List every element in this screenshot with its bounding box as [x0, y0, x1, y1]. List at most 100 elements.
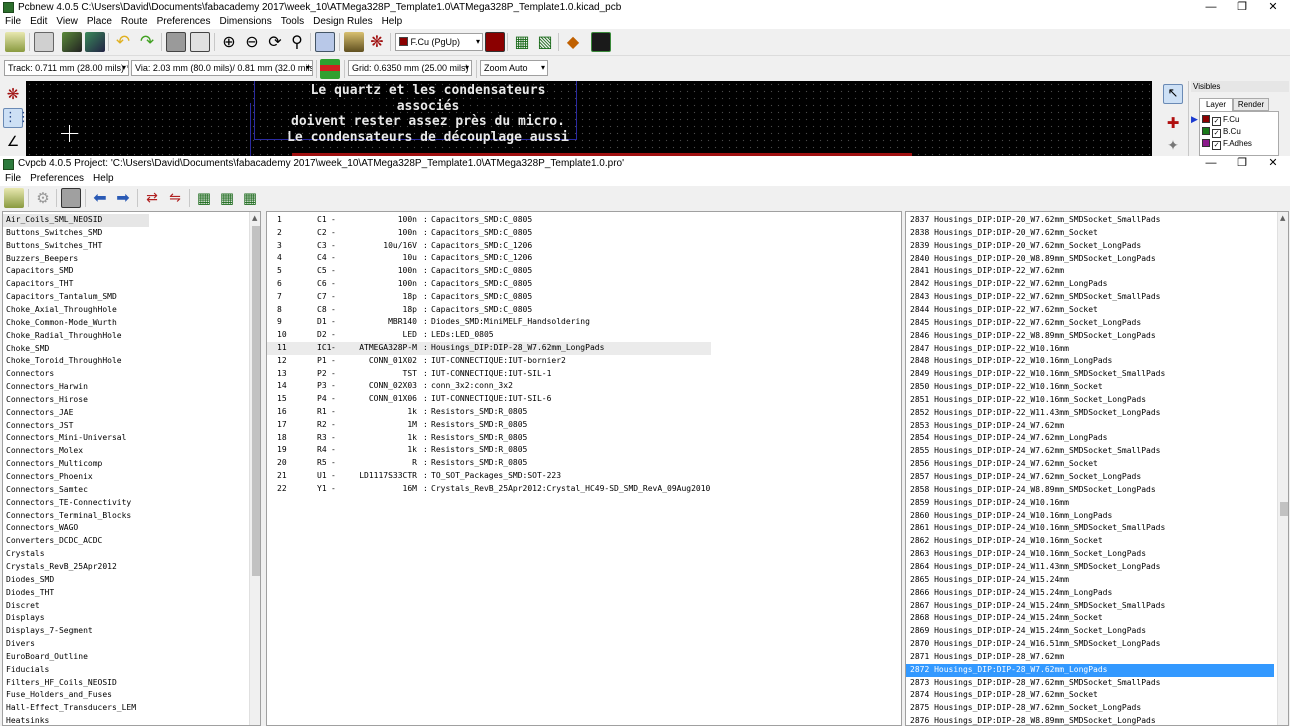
- footprint-item[interactable]: 2841 Housings_DIP:DIP-22_W7.62mm: [906, 265, 1274, 278]
- library-item[interactable]: Buttons_Switches_THT: [3, 240, 149, 253]
- auto-track-width-icon[interactable]: [320, 59, 340, 79]
- maximize-icon[interactable]: ❐: [1227, 0, 1257, 15]
- library-scroll-thumb[interactable]: [252, 226, 260, 576]
- library-item[interactable]: Connectors_Multicomp: [3, 458, 149, 471]
- redraw-icon[interactable]: ⟳: [265, 32, 285, 52]
- library-item[interactable]: Capacitors_SMD: [3, 265, 149, 278]
- filter-keywords-icon[interactable]: ▦: [194, 188, 214, 208]
- footprint-item[interactable]: 2872 Housings_DIP:DIP-28_W7.62mm_LongPad…: [906, 663, 1274, 677]
- library-item[interactable]: Choke_Axial_ThroughHole: [3, 304, 149, 317]
- library-item[interactable]: Fiducials: [3, 664, 149, 677]
- layer-pair-icon[interactable]: [485, 32, 505, 52]
- component-row[interactable]: 3 C3-10u/16V: Capacitors_SMD:C_1206: [267, 240, 711, 253]
- component-row[interactable]: 22 Y1-16M: Crystals_RevB_25Apr2012:Crystal…: [267, 483, 711, 496]
- via-size-select[interactable]: Via: 2.03 mm (80.0 mils)/ 0.81 mm (32.0 …: [131, 60, 313, 76]
- library-item[interactable]: Connectors_Molex: [3, 445, 149, 458]
- library-list[interactable]: Air_Coils_SML_NEOSID Buttons_Switches_SMD…: [2, 211, 261, 726]
- highlight-net-icon[interactable]: ✚: [1163, 113, 1183, 133]
- footprint-item[interactable]: 2861 Housings_DIP:DIP-24_W10.16mm_SMDSoc…: [906, 522, 1274, 535]
- footprint-scroll-thumb[interactable]: [1280, 502, 1288, 516]
- library-item[interactable]: Diodes_THT: [3, 587, 149, 600]
- footprint-item[interactable]: 2864 Housings_DIP:DIP-24_W11.43mm_SMDSoc…: [906, 561, 1274, 574]
- open-board-icon[interactable]: [5, 32, 25, 52]
- scroll-up-icon[interactable]: ▲: [252, 214, 257, 222]
- footprint-scrollbar[interactable]: ▲: [1277, 212, 1288, 725]
- menu-place[interactable]: Place: [82, 15, 116, 29]
- footprint-item[interactable]: 2844 Housings_DIP:DIP-22_W7.62mm_Socket: [906, 304, 1274, 317]
- grid-toggle-icon[interactable]: ⋮⋮: [3, 108, 30, 128]
- menu-view[interactable]: View: [51, 15, 82, 29]
- library-item[interactable]: Connectors_JAE: [3, 407, 149, 420]
- polar-coords-icon[interactable]: ∠: [3, 132, 23, 152]
- component-row[interactable]: 16 R1-1k: Resistors_SMD:R_0805: [267, 406, 711, 419]
- library-item[interactable]: Displays_7-Segment: [3, 625, 149, 638]
- find-icon[interactable]: [315, 32, 335, 52]
- drc-bug-icon[interactable]: ❋: [367, 32, 387, 52]
- menu-help[interactable]: Help: [377, 15, 407, 29]
- component-row[interactable]: 21 U1- LD1117S33CTR: TO_SOT_Packages_SMD:SO…: [267, 470, 711, 483]
- footprint-item[interactable]: 2838 Housings_DIP:DIP-20_W7.62mm_Socket: [906, 227, 1274, 240]
- footprint-list[interactable]: 2837 Housings_DIP:DIP-20_W7.62mm_SMDSock…: [905, 211, 1289, 726]
- zoom-fit-icon[interactable]: ⚲: [287, 32, 307, 52]
- footprint-item[interactable]: 2868 Housings_DIP:DIP-24_W15.24mm_Socket: [906, 612, 1274, 625]
- footprint-item[interactable]: 2857 Housings_DIP:DIP-24_W7.62mm_Socket_…: [906, 471, 1274, 484]
- delete-associations-icon[interactable]: ⇋: [165, 188, 185, 208]
- library-item[interactable]: Connectors_Phoenix: [3, 471, 149, 484]
- footprint-item[interactable]: 2850 Housings_DIP:DIP-22_W10.16mm_Socket: [906, 381, 1274, 394]
- footprint-item[interactable]: 2846 Housings_DIP:DIP-22_W8.89mm_SMDSock…: [906, 330, 1274, 343]
- footprint-item[interactable]: 2851 Housings_DIP:DIP-22_W10.16mm_Socket…: [906, 394, 1274, 407]
- footprint-item[interactable]: 2849 Housings_DIP:DIP-22_W10.16mm_SMDSoc…: [906, 368, 1274, 381]
- layer-visible-checkbox[interactable]: ✓: [1212, 141, 1221, 150]
- component-row[interactable]: 8 C8-18p: Capacitors_SMD:C_0805: [267, 304, 711, 317]
- footprint-item[interactable]: 2839 Housings_DIP:DIP-20_W7.62mm_Socket_…: [906, 240, 1274, 253]
- menu-preferences[interactable]: Preferences: [152, 15, 215, 29]
- footprint-item[interactable]: 2842 Housings_DIP:DIP-22_W7.62mm_LongPad…: [906, 278, 1274, 291]
- library-item[interactable]: Connectors_Harwin: [3, 381, 149, 394]
- library-item[interactable]: Fuse_Holders_and_Fuses: [3, 689, 149, 702]
- library-item[interactable]: Choke_SMD: [3, 343, 149, 356]
- layer-visible-checkbox[interactable]: ✓: [1212, 117, 1221, 126]
- library-item[interactable]: Crystals: [3, 548, 149, 561]
- library-item[interactable]: Choke_Radial_ThroughHole: [3, 330, 149, 343]
- footprint-item[interactable]: 2840 Housings_DIP:DIP-20_W8.89mm_SMDSock…: [906, 253, 1274, 266]
- component-row[interactable]: 17 R2-1M: Resistors_SMD:R_0805: [267, 419, 711, 432]
- library-item[interactable]: Divers: [3, 638, 149, 651]
- footprint-item[interactable]: 2837 Housings_DIP:DIP-20_W7.62mm_SMDSock…: [906, 214, 1274, 227]
- footprint-item[interactable]: 2863 Housings_DIP:DIP-24_W10.16mm_Socket…: [906, 548, 1274, 561]
- component-row[interactable]: 11 IC1- ATMEGA328P-M: Housings_DIP:DIP-28_W…: [267, 342, 711, 355]
- layer-row[interactable]: ✓ B.Cu: [1202, 126, 1241, 138]
- undo-icon[interactable]: ↶: [113, 32, 133, 52]
- zoom-out-icon[interactable]: ⊖: [242, 32, 262, 52]
- menu-file[interactable]: File: [0, 15, 25, 29]
- arrow-left-icon[interactable]: ⬅: [90, 188, 110, 208]
- library-editor-icon[interactable]: [62, 32, 82, 52]
- redo-icon[interactable]: ↷: [137, 32, 157, 52]
- footprint-item[interactable]: 2843 Housings_DIP:DIP-22_W7.62mm_SMDSock…: [906, 291, 1274, 304]
- library-item[interactable]: Capacitors_Tantalum_SMD: [3, 291, 149, 304]
- component-row[interactable]: 4 C4-10u: Capacitors_SMD:C_1206: [267, 252, 711, 265]
- print-icon[interactable]: [166, 32, 186, 52]
- menu-file[interactable]: File: [0, 172, 25, 186]
- library-item[interactable]: Connectors_Mini-Universal: [3, 432, 149, 445]
- component-row[interactable]: 5 C5-100n: Capacitors_SMD:C_0805: [267, 265, 711, 278]
- footprint-item[interactable]: 2874 Housings_DIP:DIP-28_W7.62mm_Socket: [906, 689, 1274, 702]
- library-item[interactable]: Buzzers_Beepers: [3, 253, 149, 266]
- menu-dimensions[interactable]: Dimensions: [214, 15, 275, 29]
- menu-route[interactable]: Route: [116, 15, 152, 29]
- filter-library-icon[interactable]: ▦: [240, 188, 260, 208]
- footprint-item[interactable]: 2873 Housings_DIP:DIP-28_W7.62mm_SMDSock…: [906, 677, 1274, 690]
- library-item[interactable]: Crystals_RevB_25Apr2012: [3, 561, 149, 574]
- footprint-item[interactable]: 2859 Housings_DIP:DIP-24_W10.16mm: [906, 497, 1274, 510]
- library-item[interactable]: Air_Coils_SML_NEOSID: [3, 214, 149, 227]
- library-item[interactable]: Connectors_Terminal_Blocks: [3, 510, 149, 523]
- layer-color-swatch[interactable]: [1202, 127, 1210, 135]
- library-scrollbar[interactable]: ▲: [249, 212, 260, 725]
- component-row[interactable]: 15 P4- CONN_01X06: IUT-CONNECTIQUE:IUT-SIL-…: [267, 393, 711, 406]
- footprint-item[interactable]: 2871 Housings_DIP:DIP-28_W7.62mm: [906, 651, 1274, 664]
- menu-help[interactable]: Help: [88, 172, 118, 186]
- library-item[interactable]: Capacitors_THT: [3, 278, 149, 291]
- module-viewer-icon[interactable]: [85, 32, 105, 52]
- component-row[interactable]: 14 P3- CONN_02X03: conn_3x2:conn_3x2: [267, 380, 711, 393]
- close-icon[interactable]: ✕: [1258, 0, 1288, 15]
- component-row[interactable]: 13 P2- TST: IUT-CONNECTIQUE:IUT-SIL-1: [267, 368, 711, 381]
